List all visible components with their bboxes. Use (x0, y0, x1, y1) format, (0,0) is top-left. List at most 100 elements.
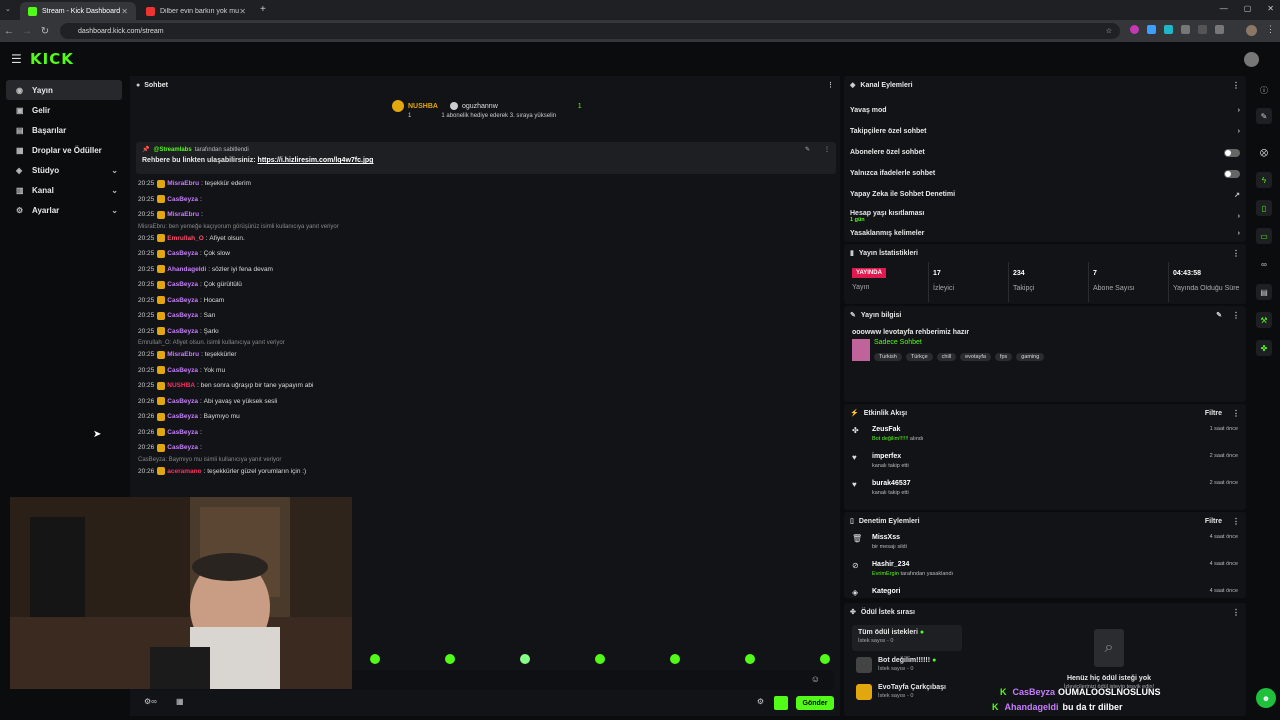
message-username[interactable]: CasBeyza (167, 277, 198, 293)
sidebar-item-ayarlar[interactable]: ⚙ Ayarlar ⌄ (6, 200, 122, 220)
browser-tab-youtube[interactable]: Dilber evin barkın yok mu... ✕ (138, 2, 254, 20)
card-menu-icon[interactable]: ⋮ (1232, 311, 1240, 320)
emote-icon[interactable] (820, 654, 830, 664)
clipboard-icon[interactable]: ▯ (1256, 200, 1272, 216)
reward-item[interactable]: EvoTayfa Çarkçıbaşı İstek sayısı - 0 (856, 684, 976, 706)
kick-badge-icon[interactable] (774, 696, 788, 710)
chat-message[interactable]: 20:25 CasBeyza: Yok mu (138, 363, 828, 379)
chat-message[interactable]: 20:25 CasBeyza: (138, 192, 828, 208)
extension-icon[interactable] (1215, 25, 1224, 34)
close-icon[interactable]: ✕ (121, 7, 128, 16)
message-username[interactable]: Emrullah_O (167, 231, 203, 247)
extension-icon[interactable] (1147, 25, 1156, 34)
reload-icon[interactable]: ↻ (36, 26, 54, 37)
activity-item[interactable]: ♥ burak46537 kanalı takip etti 2 saat önce (844, 476, 1246, 503)
card-menu-icon[interactable]: ⋮ (1232, 409, 1240, 418)
info-icon[interactable]: ⓘ (1256, 82, 1272, 98)
sidebar-item-basarilar[interactable]: ▤ Başarılar (6, 120, 122, 140)
event-username[interactable]: Kategori (872, 588, 900, 595)
message-username[interactable]: aceramano (167, 464, 201, 480)
profile-avatar[interactable] (1246, 25, 1257, 36)
minimize-icon[interactable]: — (1220, 4, 1228, 13)
back-icon[interactable]: ← (0, 26, 18, 37)
gifter-name[interactable]: NUSHBA (408, 103, 438, 110)
edit-icon[interactable]: ✎ (1216, 311, 1222, 319)
category-name[interactable]: Sadece Sohbet (874, 339, 1048, 346)
address-bar[interactable]: dashboard.kick.com/stream ☆ (60, 23, 1120, 39)
tab-search-icon[interactable]: ⌄ (5, 5, 11, 13)
server-icon[interactable]: ▤ (1256, 284, 1272, 300)
message-username[interactable]: CasBeyza (167, 308, 198, 324)
sidebar-item-kanal[interactable]: ▥ Kanal ⌄ (6, 180, 122, 200)
sidebar-item-yayin[interactable]: ◉ Yayın (6, 80, 122, 100)
recipient-name[interactable]: oguzhannw (462, 103, 498, 110)
emote-icon[interactable] (670, 654, 680, 664)
chat-message[interactable]: 20:25 NUSHBA: ben sonra uğraşıp bir tane … (138, 378, 828, 394)
tag-chip[interactable]: Türkçe (905, 353, 933, 361)
pencil-icon[interactable]: ✎ (1256, 108, 1272, 124)
row-account-age[interactable]: Hesap yaşı kısıtlaması 1 gün › (844, 205, 1246, 227)
message-username[interactable]: CasBeyza (167, 440, 198, 456)
message-username[interactable]: CasBeyza (167, 293, 198, 309)
emote-icon[interactable] (520, 654, 530, 664)
mod-tools-icon[interactable]: ⚙∞ (144, 697, 157, 706)
event-username[interactable]: imperfex (872, 453, 909, 460)
pinned-menu-icon[interactable]: ⋮ (824, 146, 830, 153)
chat-message[interactable]: 20:25 CasBeyza: Hocam (138, 293, 828, 309)
message-username[interactable]: CasBeyza (167, 246, 198, 262)
subscribers-only-toggle[interactable] (1224, 148, 1240, 157)
sidebar-item-droplar[interactable]: ▦ Droplar ve Ödüller (6, 140, 122, 160)
calendar-icon[interactable]: ▦ (176, 697, 184, 706)
message-username[interactable]: CasBeyza (167, 324, 198, 340)
reward-icon[interactable]: ✤ (1256, 340, 1272, 356)
chat-settings-icon[interactable]: ⚙ (757, 697, 764, 706)
extension-icon[interactable] (1164, 25, 1173, 34)
card-menu-icon[interactable]: ⋮ (1232, 608, 1240, 617)
new-tab-icon[interactable]: + (260, 4, 266, 15)
message-username[interactable]: CasBeyza (167, 394, 198, 410)
hamburger-menu-icon[interactable]: ☰ (11, 52, 22, 66)
reward-item[interactable]: Bot değilim!!!!!! ● İstek sayısı - 0 (856, 657, 976, 679)
chat-message[interactable]: 20:26 CasBeyza: (138, 425, 828, 441)
tag-chip[interactable]: gaming (1016, 353, 1045, 361)
filter-button[interactable]: Filtre (1205, 410, 1222, 417)
forward-icon[interactable]: → (18, 26, 36, 37)
event-username[interactable]: ZeusFak (872, 426, 923, 433)
event-username[interactable]: MissXss (872, 534, 907, 541)
emote-icon[interactable] (595, 654, 605, 664)
chat-message[interactable]: 20:26 CasBeyza: Baymıyo mu (138, 409, 828, 425)
close-icon[interactable]: ✕ (239, 7, 246, 16)
message-username[interactable]: CasBeyza (167, 192, 198, 208)
chat-message[interactable]: 20:25 CasBeyza: Çok gürültülü (138, 277, 828, 293)
extension-icon[interactable] (1181, 25, 1190, 34)
emotes-only-toggle[interactable] (1224, 169, 1240, 178)
message-username[interactable]: NUSHBA (167, 378, 195, 394)
message-username[interactable]: CasBeyza (167, 425, 198, 441)
message-username[interactable]: MisraEbru (167, 207, 199, 223)
chat-message[interactable]: 20:25 CasBeyza: Sarı (138, 308, 828, 324)
reward-item-all[interactable]: Tüm ödül istekleri ● İstek sayısı - 0 (852, 625, 962, 651)
chat-bubble-icon[interactable]: ▭ (1256, 228, 1272, 244)
ban-icon[interactable]: ⨂ (1256, 144, 1272, 160)
event-username[interactable]: burak46537 (872, 480, 911, 487)
row-slow-mode[interactable]: Yavaş mod › (844, 100, 1246, 121)
emoji-picker-icon[interactable]: ☺ (811, 674, 820, 684)
extension-icon[interactable] (1198, 25, 1207, 34)
pinned-link[interactable]: https://i.hizliresim.com/lq4w7fc.jpg (258, 157, 374, 164)
message-username[interactable]: MisraEbru (167, 176, 199, 192)
browser-menu-icon[interactable]: ⋮ (1266, 24, 1275, 35)
chat-message[interactable]: 20:25 Emrullah_O: Afiyet olsun. (138, 231, 828, 247)
chat-message[interactable]: 20:25 CasBeyza: Şarkı (138, 324, 828, 340)
row-ai-moderation[interactable]: Yapay Zeka ile Sohbet Denetimi ↗ (844, 184, 1246, 205)
message-username[interactable]: MisraEbru (167, 347, 199, 363)
message-username[interactable]: CasBeyza (167, 409, 198, 425)
message-username[interactable]: CasBeyza (167, 363, 198, 379)
chat-message[interactable]: 20:26 CasBeyza: (138, 440, 828, 456)
chat-message[interactable]: 20:25 MisraEbru: (138, 207, 828, 223)
card-menu-icon[interactable]: ⋮ (1232, 517, 1240, 526)
kick-logo[interactable]: KICK (30, 50, 74, 68)
emote-icon[interactable] (745, 654, 755, 664)
filter-button[interactable]: Filtre (1205, 518, 1222, 525)
moderation-item[interactable]: ◈ Kategori 4 saat önce (844, 584, 1246, 598)
card-menu-icon[interactable]: ⋮ (1232, 81, 1240, 90)
